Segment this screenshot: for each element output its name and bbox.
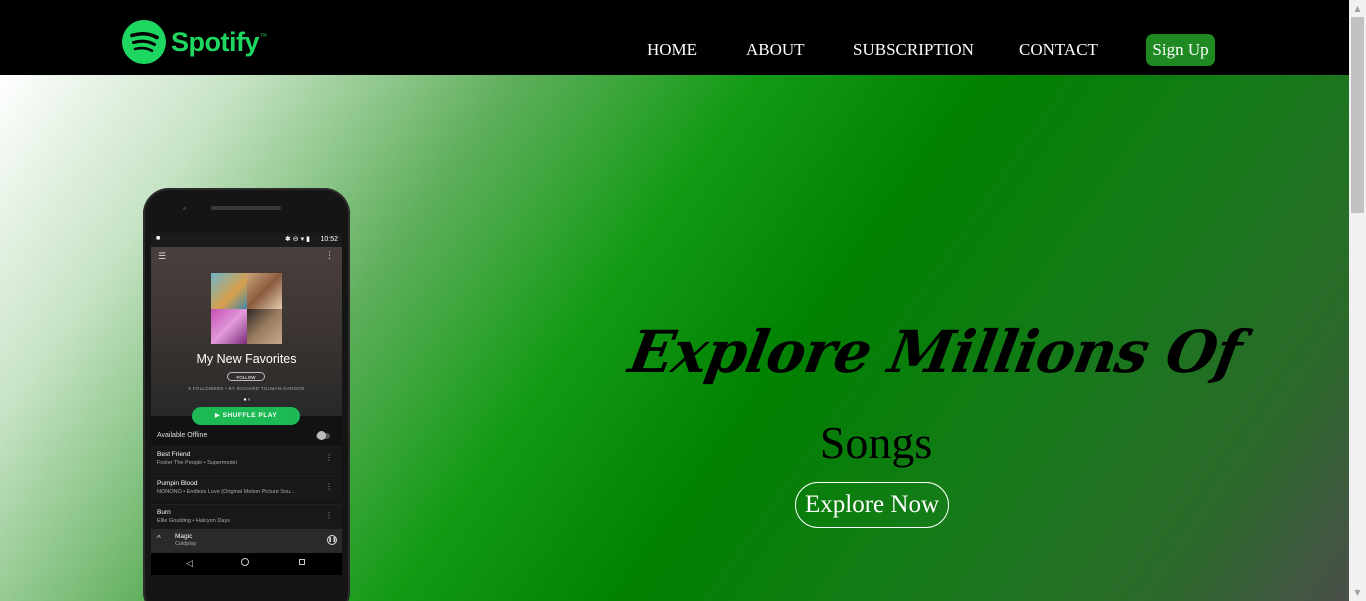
now-playing-artist: Coldplay [175, 541, 197, 547]
phone-screen: ■ ✱⊖▾▮ 10:52 ☰ ⋮ My New Favorites FOLLOW… [151, 233, 342, 575]
phone-speaker [211, 206, 281, 210]
scroll-down-arrow-icon[interactable]: ▼ [1349, 584, 1366, 601]
signup-button[interactable]: Sign Up [1146, 34, 1215, 66]
track-title: Best Friend [157, 451, 191, 458]
scroll-up-arrow-icon[interactable]: ▲ [1349, 0, 1366, 17]
nav-subscription-link[interactable]: SUBSCRIPTION [853, 40, 974, 60]
spotify-logo-icon [122, 20, 166, 64]
offline-toggle-knob [317, 431, 326, 440]
track-more-icon: ⋮ [325, 453, 333, 462]
explore-now-button[interactable]: Explore Now [795, 482, 949, 528]
track-title: Burn [157, 509, 171, 516]
hero-title: Explore Millions Of [624, 318, 1247, 386]
album-cover-2 [246, 273, 282, 309]
nav-home-link[interactable]: HOME [647, 40, 697, 60]
now-playing-bar: ^ Magic Coldplay ❚❚ [151, 529, 342, 553]
track-artist: NONONO • Endless Love (Original Motion P… [157, 489, 295, 495]
android-nav-bar: ◁ [151, 553, 342, 575]
recent-apps-icon [299, 559, 305, 565]
track-row: Burn Ellie Goulding • Halcyon Days ⋮ [151, 504, 342, 532]
available-offline-row: Available Offline [151, 428, 342, 444]
status-time: 10:52 [320, 236, 338, 243]
brand-trademark: ™ [260, 32, 267, 40]
brand-name: Spotify [171, 26, 260, 57]
phone-camera [183, 207, 186, 210]
playlist-meta: 5 FOLLOWERS • BY RICHARD TOLMAN-GARDON [188, 386, 305, 391]
track-artist: Ellie Goulding • Halcyon Days [157, 518, 230, 524]
playlist-title: My New Favorites [196, 352, 297, 366]
album-cover-3 [211, 308, 247, 344]
nav-contact-link[interactable]: CONTACT [1019, 40, 1098, 60]
page: Spotify ™ HOME ABOUT SUBSCRIPTION CONTAC… [0, 0, 1366, 601]
hero-subtitle: Songs [819, 417, 933, 468]
nav-about-link[interactable]: ABOUT [746, 40, 805, 60]
track-more-icon: ⋮ [325, 482, 333, 491]
track-row: Pumpin Blood NONONO • Endless Love (Orig… [151, 475, 342, 503]
track-title: Pumpin Blood [157, 480, 198, 487]
album-cover-4 [246, 308, 282, 344]
follow-button: FOLLOW [227, 372, 265, 381]
phone-mockup-image: ■ ✱⊖▾▮ 10:52 ☰ ⋮ My New Favorites FOLLOW… [143, 188, 350, 601]
playlist-cover [211, 273, 282, 344]
phone-status-bar: ■ ✱⊖▾▮ 10:52 [151, 233, 342, 247]
track-row: Best Friend Foster The People • Supermod… [151, 446, 342, 474]
scrollbar-thumb[interactable] [1351, 17, 1364, 213]
top-navbar: Spotify ™ HOME ABOUT SUBSCRIPTION CONTAC… [0, 0, 1349, 75]
back-icon: ◁ [186, 558, 193, 568]
chevron-up-icon: ^ [157, 534, 161, 543]
playlist-header: ☰ ⋮ My New Favorites FOLLOW 5 FOLLOWERS … [151, 247, 342, 416]
pause-icon: ❚❚ [327, 535, 337, 545]
now-playing-title: Magic [175, 533, 193, 540]
spotify-logo[interactable]: Spotify ™ [122, 20, 267, 64]
more-vertical-icon: ⋮ [325, 250, 334, 260]
track-more-icon: ⋮ [325, 511, 333, 520]
track-artist: Foster The People • Supermodel [157, 460, 237, 466]
status-icons: ✱⊖▾▮ [284, 236, 312, 243]
offline-label: Available Offline [157, 432, 208, 439]
shuffle-play-button: ▶ SHUFFLE PLAY [192, 407, 300, 425]
album-cover-1 [211, 273, 247, 309]
page-indicator-dots [243, 398, 251, 401]
notification-icon: ■ [156, 235, 161, 242]
hamburger-menu-icon: ☰ [158, 251, 167, 261]
home-circle-icon [241, 558, 249, 566]
